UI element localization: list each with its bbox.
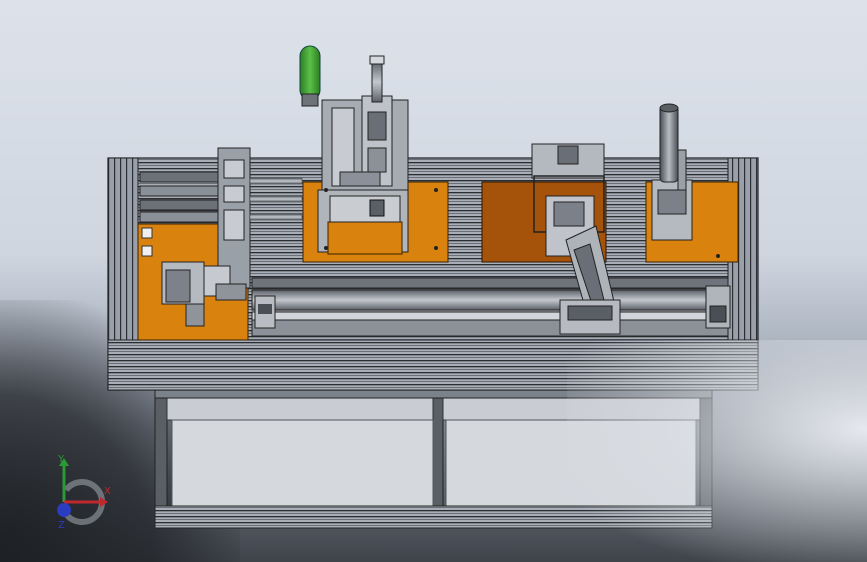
linear-rail [251,277,731,337]
axis-y-label: Y [58,454,65,465]
press-station[interactable] [299,45,449,263]
axis-x-label: X [104,486,111,497]
table-base [154,387,713,529]
cad-viewport[interactable]: X Y Z [0,0,867,562]
cylinder-station[interactable] [645,103,739,263]
machine-model [107,45,759,529]
axis-z-label: Z [58,520,65,531]
